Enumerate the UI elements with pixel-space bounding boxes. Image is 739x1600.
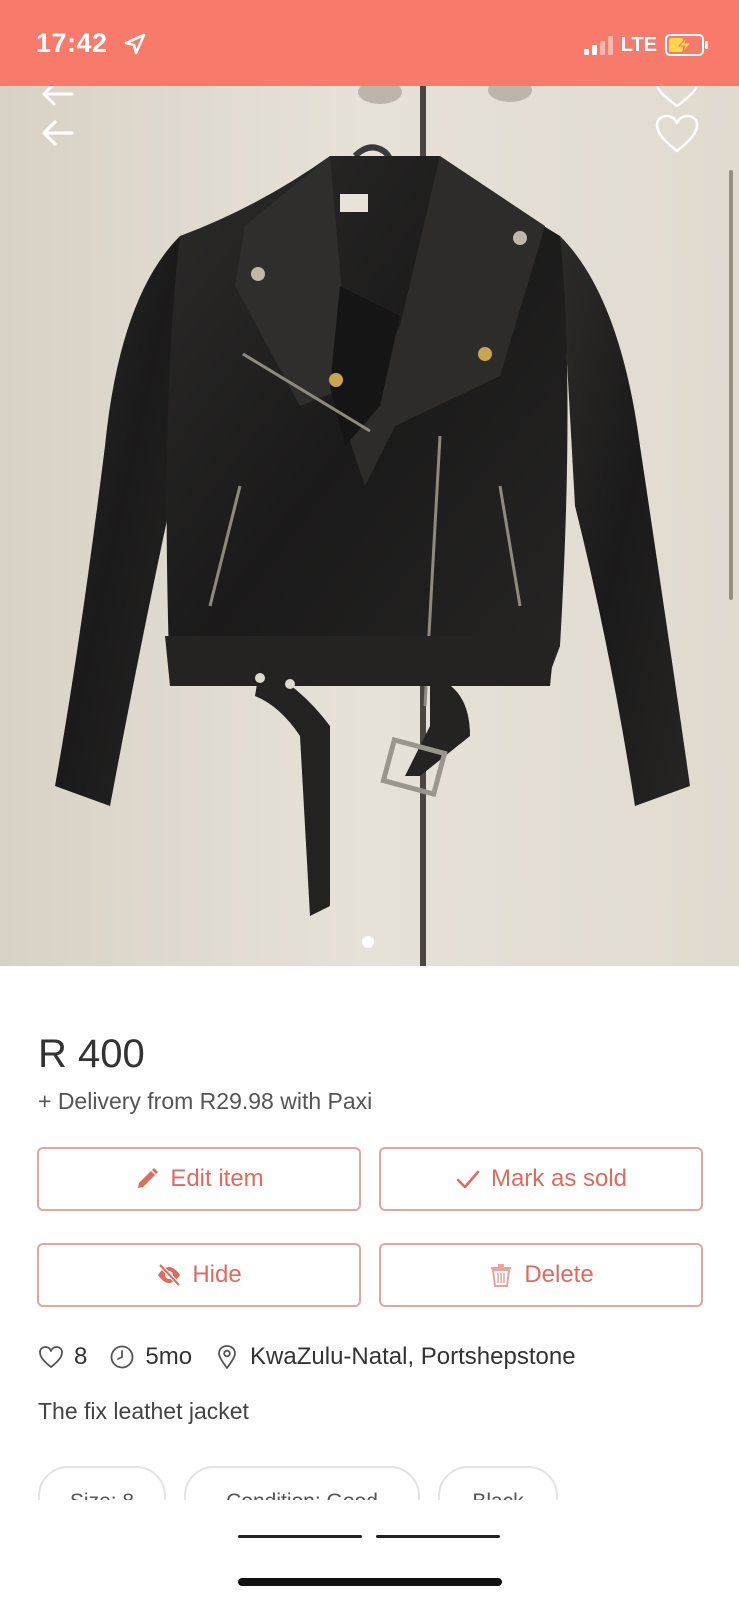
jacket-photo bbox=[0, 86, 739, 966]
battery-charging-icon bbox=[665, 34, 708, 56]
location-arrow-icon bbox=[124, 33, 146, 55]
listing-location: KwaZulu-Natal, Portshepstone bbox=[214, 1343, 576, 1371]
favorite-heart-icon[interactable] bbox=[654, 114, 700, 154]
listing-age: 5mo bbox=[109, 1343, 192, 1371]
eye-slash-icon bbox=[158, 1263, 181, 1287]
delete-label: Delete bbox=[524, 1261, 594, 1288]
price: R 400 bbox=[38, 1032, 145, 1076]
divider-right bbox=[376, 1535, 500, 1538]
photo-page-indicator bbox=[362, 936, 374, 948]
pencil-icon bbox=[138, 1168, 159, 1188]
back-arrow-icon[interactable] bbox=[38, 118, 76, 148]
clock-icon bbox=[110, 1345, 134, 1369]
status-time: 17:42 bbox=[36, 28, 108, 58]
home-indicator[interactable] bbox=[238, 1578, 502, 1586]
listing-meta: 8 5mo KwaZulu-Natal, Portshepstone bbox=[38, 1340, 598, 1374]
heart-outline-icon bbox=[39, 1346, 63, 1368]
age-value: 5mo bbox=[145, 1343, 193, 1370]
edit-item-label: Edit item bbox=[170, 1165, 264, 1192]
scrollbar[interactable] bbox=[729, 170, 733, 600]
trash-icon bbox=[491, 1264, 512, 1287]
mark-as-sold-button[interactable]: Mark as sold bbox=[379, 1147, 703, 1211]
network-type: LTE bbox=[620, 33, 657, 56]
condition-chip: Condition: Good bbox=[184, 1466, 420, 1500]
checkmark-icon bbox=[456, 1170, 480, 1189]
likes-value: 8 bbox=[74, 1343, 88, 1370]
delete-button[interactable]: Delete bbox=[379, 1243, 703, 1307]
divider-left bbox=[238, 1535, 362, 1538]
status-bar: 17:42 LTE bbox=[0, 0, 739, 86]
location-pin-icon bbox=[218, 1345, 236, 1369]
back-arrow-ghost-icon bbox=[42, 86, 74, 106]
favorite-heart-ghost-icon bbox=[656, 86, 698, 107]
hide-label: Hide bbox=[192, 1261, 242, 1288]
color-chip: Black bbox=[438, 1466, 558, 1500]
listing-photo[interactable] bbox=[0, 86, 739, 966]
attribute-chips: Size: 8 Condition: Good Black bbox=[0, 1462, 739, 1500]
edit-item-button[interactable]: Edit item bbox=[37, 1147, 361, 1211]
item-description: The fix leathet jacket bbox=[38, 1398, 249, 1424]
status-indicators: LTE bbox=[583, 32, 709, 58]
hide-button[interactable]: Hide bbox=[37, 1243, 361, 1307]
signal-icon bbox=[583, 35, 613, 55]
location-value: KwaZulu-Natal, Portshepstone bbox=[250, 1343, 576, 1370]
section-dividers bbox=[0, 1535, 739, 1539]
size-chip: Size: 8 bbox=[38, 1466, 166, 1500]
delivery-info: + Delivery from R29.98 with Paxi bbox=[38, 1088, 373, 1114]
mark-as-sold-label: Mark as sold bbox=[490, 1165, 628, 1192]
likes-count: 8 bbox=[38, 1343, 87, 1371]
